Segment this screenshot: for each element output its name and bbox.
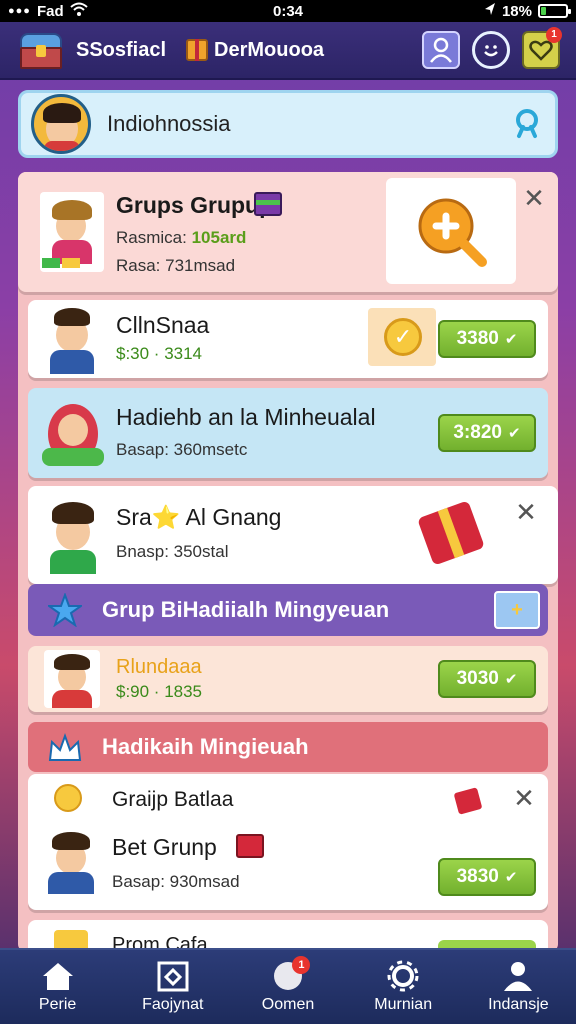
check-icon: ✔ <box>504 331 518 348</box>
notification-badge: 1 <box>546 27 562 43</box>
treasure-chest-icon <box>16 27 66 73</box>
list-item[interactable]: Grups Grupup Rasmica: 105ard Rasa: 731ms… <box>18 172 558 292</box>
avatar[interactable] <box>31 94 91 154</box>
list-item[interactable]: Hadiehb an la Minheualal Basap: 360msetc… <box>28 388 548 478</box>
close-button[interactable]: ✕ <box>512 785 536 811</box>
group-title: Hadiehb an la Minheualal <box>116 404 376 430</box>
bottom-nav: Perie Faojynat 1 Oomen Murnian Indansje <box>0 948 576 1024</box>
search-icon <box>516 109 538 138</box>
carrier-label: Fad <box>36 2 64 20</box>
nav-label: Murnian <box>374 996 433 1013</box>
section-title: Hadikaih Mingieuah <box>102 734 309 759</box>
group-price: $:30 · 3314 <box>116 344 203 363</box>
group-title: Sra⭐ Al Gnang <box>116 504 282 530</box>
group-title: CllnSnaa <box>116 312 210 338</box>
group-title: Grups Grupup <box>116 192 274 218</box>
section-title: DerMouooa <box>214 38 325 61</box>
avatar <box>42 828 100 894</box>
key-icon <box>418 198 487 267</box>
gift-icon <box>417 500 485 566</box>
avatar <box>42 496 104 574</box>
crown-icon <box>48 733 82 761</box>
group-price: $:90 · 1835 <box>116 682 203 701</box>
section-title: Grup BiHadiialh Mingyeuan <box>102 597 390 622</box>
nav-label: Faojynat <box>142 996 204 1013</box>
nav-shield[interactable]: Faojynat <box>115 950 230 1024</box>
group-title: Bet Grunp <box>112 834 217 860</box>
check-icon: ✔ <box>508 425 521 442</box>
buy-button[interactable]: 3030 ✔ <box>438 660 536 698</box>
search-button[interactable] <box>509 106 545 142</box>
shield-icon <box>157 961 189 992</box>
close-button[interactable]: ✕ <box>522 185 546 211</box>
nav-chat[interactable]: 1 Oomen <box>230 950 345 1024</box>
group-list: Grups Grupup Rasmica: 105ard Rasa: 731ms… <box>18 172 558 952</box>
close-button[interactable]: ✕ <box>514 499 538 525</box>
section-header: Grup BiHadiialh Mingyeuan + <box>28 584 548 636</box>
user-icon <box>430 37 452 63</box>
notification-badge: 1 <box>292 956 311 974</box>
add-button[interactable]: + <box>494 591 540 629</box>
list-item[interactable]: Graijp Batlaa ✕ Bet Grunp Basap: 930msad… <box>28 774 548 910</box>
emoji-button[interactable] <box>472 31 510 69</box>
buy-button[interactable]: 3830 ✔ <box>438 858 536 896</box>
nav-settings[interactable]: Murnian <box>346 950 461 1024</box>
person-icon <box>504 962 533 991</box>
list-item[interactable]: Sra⭐ Al Gnang Bnasp: 350stal ✕ <box>28 486 558 584</box>
buy-button[interactable]: 3:820 ✔ <box>438 414 536 452</box>
nav-label: Perie <box>38 996 77 1013</box>
wifi-icon <box>69 2 88 20</box>
group-stat: Rasa: 731msad <box>116 256 236 275</box>
gift-icon <box>453 787 483 815</box>
battery-icon <box>538 4 571 18</box>
app-title: SSosfiacl <box>76 38 167 61</box>
group-stat: Basap: 930msad <box>112 872 240 891</box>
avatar <box>42 398 104 470</box>
signal-icon: ●●● <box>8 5 31 17</box>
search-label: Indiohnossia <box>107 111 231 136</box>
nav-label: Indansje <box>488 996 549 1013</box>
heart-icon <box>529 40 553 61</box>
search-bar[interactable]: Indiohnossia <box>18 90 558 158</box>
gift-icon <box>236 834 264 858</box>
group-title: Rlundaaa <box>116 656 202 678</box>
favorites-button[interactable]: 1 <box>522 27 562 69</box>
group-title: Graijp Batlaa <box>112 788 234 811</box>
profile-button[interactable] <box>422 31 460 69</box>
gift-box-icon <box>186 39 209 61</box>
group-stat: Bnasp: 350stal <box>116 542 229 561</box>
list-item[interactable]: CllnSnaa $:30 · 3314 ✓ 3380 ✔ <box>28 300 548 378</box>
coin-icon <box>54 784 82 812</box>
nav-profile[interactable]: Indansje <box>461 950 576 1024</box>
group-stat: Basap: 360msetc <box>116 440 248 459</box>
app-header: SSosfiacl DerMouooa 1 <box>0 22 576 80</box>
home-icon <box>42 963 73 990</box>
smiley-icon <box>484 45 498 57</box>
check-icon: ✔ <box>504 869 518 886</box>
battery-percent: 18% <box>501 2 532 20</box>
reward-card[interactable] <box>386 178 516 284</box>
nav-home[interactable]: Perie <box>0 950 115 1024</box>
list-item[interactable]: Rlundaaa $:90 · 1835 3030 ✔ <box>28 646 548 712</box>
coin-icon: ✓ <box>368 308 436 366</box>
status-bar: ●●● Fad 0:34 18% <box>0 0 576 22</box>
gear-icon <box>387 960 419 992</box>
gift-icon <box>254 192 282 216</box>
nav-label: Oomen <box>261 996 315 1013</box>
group-stat: Rasmica: 105ard <box>116 228 247 247</box>
carrier: ●●● Fad <box>8 2 88 20</box>
location-icon <box>484 2 496 20</box>
avatar <box>40 192 104 272</box>
section-header: Hadikaih Mingieuah <box>28 722 548 772</box>
avatar <box>42 304 102 374</box>
avatar <box>44 650 100 708</box>
buy-button[interactable]: 3380 ✔ <box>438 320 536 358</box>
check-icon: ✔ <box>504 671 518 688</box>
star-icon <box>48 593 82 627</box>
